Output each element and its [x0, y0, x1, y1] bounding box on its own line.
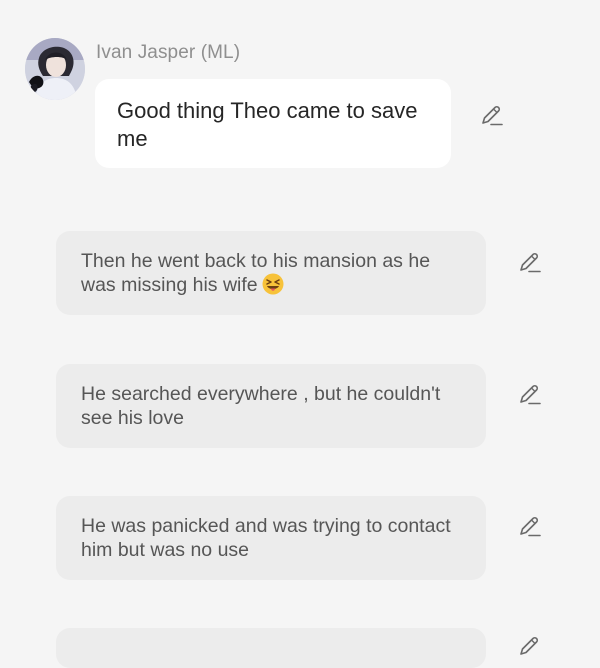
edit-message-button[interactable] — [516, 514, 542, 540]
narration-bubble[interactable]: He was panicked and was trying to contac… — [56, 496, 486, 580]
narration-bubble[interactable]: Then he went back to his mansion as he w… — [56, 231, 486, 315]
message-bubble[interactable]: Good thing Theo came to save me — [95, 79, 451, 168]
pencil-icon — [520, 252, 541, 273]
narration-text: He searched everywhere , but he couldn't… — [81, 383, 441, 429]
avatar-image — [25, 38, 85, 100]
edit-message-button[interactable] — [516, 634, 542, 660]
pencil-icon — [482, 105, 503, 126]
edit-message-button[interactable] — [478, 103, 504, 129]
narration-bubble[interactable]: He searched everywhere , but he couldn't… — [56, 364, 486, 448]
edit-message-button[interactable] — [516, 250, 542, 276]
narration-text: He was panicked and was trying to contac… — [81, 515, 451, 561]
narration-text: Then he went back to his mansion as he w… — [81, 250, 431, 296]
narration-bubble-partial[interactable] — [56, 628, 486, 668]
pencil-icon — [520, 516, 541, 537]
message-text: Good thing Theo came to save me — [117, 98, 418, 151]
edit-message-button[interactable] — [516, 382, 542, 408]
pencil-icon — [520, 636, 539, 655]
pencil-icon — [520, 384, 541, 405]
squinting-face-with-tongue-icon — [262, 273, 284, 295]
sender-avatar[interactable] — [25, 38, 85, 100]
sender-name: Ivan Jasper (ML) — [96, 42, 241, 63]
